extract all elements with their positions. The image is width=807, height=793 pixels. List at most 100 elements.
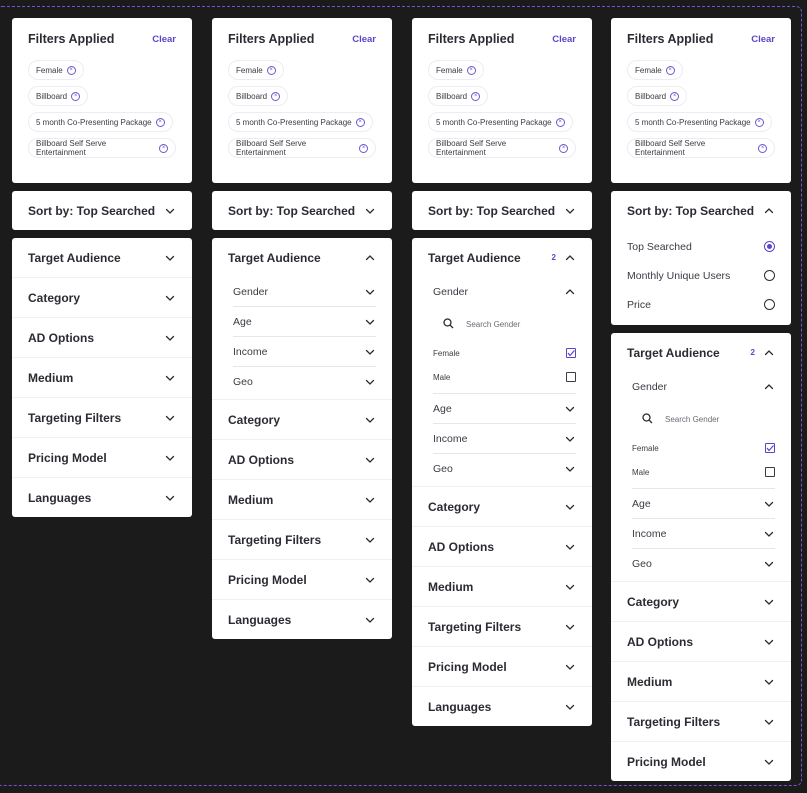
radio-selected[interactable] <box>764 241 775 252</box>
clear-button[interactable]: Clear <box>552 34 576 45</box>
remove-chip-icon[interactable]: × <box>471 91 481 101</box>
sort-dropdown[interactable]: Sort by: Top Searched <box>212 191 392 230</box>
subsection-gender[interactable]: Gender <box>433 277 576 306</box>
checkbox-checked[interactable] <box>765 443 775 453</box>
chip-label: Female <box>436 65 463 75</box>
remove-chip-icon[interactable]: × <box>355 117 365 127</box>
gender-search-input[interactable]: Search Gender <box>632 401 775 437</box>
sort-dropdown[interactable]: Sort by: Top Searched <box>611 191 791 230</box>
subsection-gender[interactable]: Gender <box>632 372 775 401</box>
section-category[interactable]: Category <box>12 278 192 318</box>
section-category[interactable]: Category <box>412 487 592 527</box>
gender-option-female[interactable]: Female <box>632 437 775 459</box>
section-medium[interactable]: Medium <box>412 567 592 607</box>
section-target-audience[interactable]: Target Audience <box>12 238 192 278</box>
subsection-income[interactable]: Income <box>233 337 376 367</box>
chip-label: Billboard Self Serve Entertainment <box>236 139 307 157</box>
search-placeholder: Search Gender <box>665 414 720 424</box>
section-label: Pricing Model <box>228 572 307 587</box>
section-medium[interactable]: Medium <box>212 480 392 520</box>
clear-button[interactable]: Clear <box>751 34 775 45</box>
checkbox-unchecked[interactable] <box>765 467 775 477</box>
gender-option-male[interactable]: Male <box>433 364 576 394</box>
subsection-age[interactable]: Age <box>632 489 775 519</box>
remove-chip-icon[interactable]: × <box>670 91 680 101</box>
filters-title: Filters Applied <box>627 32 714 46</box>
chip-label: Billboard Self Serve Entertainment <box>436 139 507 157</box>
subsection-geo[interactable]: Geo <box>632 549 775 578</box>
filter-chip: Billboard Self Serve Entertainment × <box>428 138 576 158</box>
section-ad-options[interactable]: AD Options <box>12 318 192 358</box>
section-languages[interactable]: Languages <box>212 600 392 639</box>
section-languages[interactable]: Languages <box>12 478 192 517</box>
section-label: Targeting Filters <box>627 714 721 729</box>
section-label: Medium <box>428 579 474 594</box>
clear-button[interactable]: Clear <box>352 34 376 45</box>
chip-label: Billboard <box>36 91 68 101</box>
chevron-down-icon <box>364 454 376 466</box>
section-pricing-model[interactable]: Pricing Model <box>212 560 392 600</box>
chevron-down-icon <box>564 581 576 593</box>
chevron-up-icon <box>564 252 576 264</box>
section-ad-options[interactable]: AD Options <box>611 622 791 662</box>
chevron-down-icon <box>164 452 176 464</box>
section-targeting-filters[interactable]: Targeting Filters <box>611 702 791 742</box>
subsection-age[interactable]: Age <box>433 394 576 424</box>
remove-chip-icon[interactable]: × <box>754 117 764 127</box>
section-category[interactable]: Category <box>212 400 392 440</box>
gender-option-male[interactable]: Male <box>632 459 775 489</box>
section-targeting-filters[interactable]: Targeting Filters <box>12 398 192 438</box>
selected-count-badge: 2 <box>750 348 755 357</box>
section-ad-options[interactable]: AD Options <box>212 440 392 480</box>
chevron-down-icon <box>564 701 576 713</box>
remove-chip-icon[interactable]: × <box>266 65 276 75</box>
subsection-geo[interactable]: Geo <box>433 454 576 483</box>
radio-unselected[interactable] <box>764 270 775 281</box>
section-target-audience[interactable]: Target Audience <box>212 238 392 277</box>
gender-search-input[interactable]: Search Gender <box>433 306 576 342</box>
remove-chip-icon[interactable]: × <box>758 143 767 153</box>
subsection-gender[interactable]: Gender <box>233 277 376 307</box>
sort-dropdown[interactable]: Sort by: Top Searched <box>12 191 192 230</box>
section-label: Pricing Model <box>627 754 706 769</box>
section-targeting-filters[interactable]: Targeting Filters <box>412 607 592 647</box>
subsection-income[interactable]: Income <box>433 424 576 454</box>
section-languages[interactable]: Languages <box>412 687 592 726</box>
section-targeting-filters[interactable]: Targeting Filters <box>212 520 392 560</box>
remove-chip-icon[interactable]: × <box>159 143 168 153</box>
clear-button[interactable]: Clear <box>152 34 176 45</box>
section-pricing-model[interactable]: Pricing Model <box>412 647 592 687</box>
remove-chip-icon[interactable]: × <box>555 117 565 127</box>
remove-chip-icon[interactable]: × <box>559 143 568 153</box>
subsection-age[interactable]: Age <box>233 307 376 337</box>
checkbox-checked[interactable] <box>566 348 576 358</box>
remove-chip-icon[interactable]: × <box>359 143 368 153</box>
remove-chip-icon[interactable]: × <box>466 65 476 75</box>
sort-option-price[interactable]: Price <box>627 290 775 319</box>
sort-option-monthly-unique-users[interactable]: Monthly Unique Users <box>627 261 775 290</box>
section-medium[interactable]: Medium <box>611 662 791 702</box>
section-target-audience[interactable]: Target Audience 2 <box>412 238 592 277</box>
remove-chip-icon[interactable]: × <box>155 117 165 127</box>
filter-chip: Female × <box>28 60 84 80</box>
section-pricing-model[interactable]: Pricing Model <box>12 438 192 478</box>
section-target-audience[interactable]: Target Audience 2 <box>611 333 791 372</box>
sort-dropdown[interactable]: Sort by: Top Searched <box>412 191 592 230</box>
sort-option-top-searched[interactable]: Top Searched <box>627 232 775 261</box>
chip-label: Billboard Self Serve Entertainment <box>635 139 706 157</box>
remove-chip-icon[interactable]: × <box>66 65 76 75</box>
section-medium[interactable]: Medium <box>12 358 192 398</box>
section-label: Category <box>428 499 481 514</box>
subsection-geo[interactable]: Geo <box>233 367 376 396</box>
gender-option-female[interactable]: Female <box>433 342 576 364</box>
checkbox-unchecked[interactable] <box>566 372 576 382</box>
remove-chip-icon[interactable]: × <box>271 91 281 101</box>
section-category[interactable]: Category <box>611 582 791 622</box>
remove-chip-icon[interactable]: × <box>665 65 675 75</box>
section-ad-options[interactable]: AD Options <box>412 527 592 567</box>
section-pricing-model[interactable]: Pricing Model <box>611 742 791 781</box>
remove-chip-icon[interactable]: × <box>71 91 81 101</box>
section-label: Targeting Filters <box>428 619 522 634</box>
radio-unselected[interactable] <box>764 299 775 310</box>
subsection-income[interactable]: Income <box>632 519 775 549</box>
